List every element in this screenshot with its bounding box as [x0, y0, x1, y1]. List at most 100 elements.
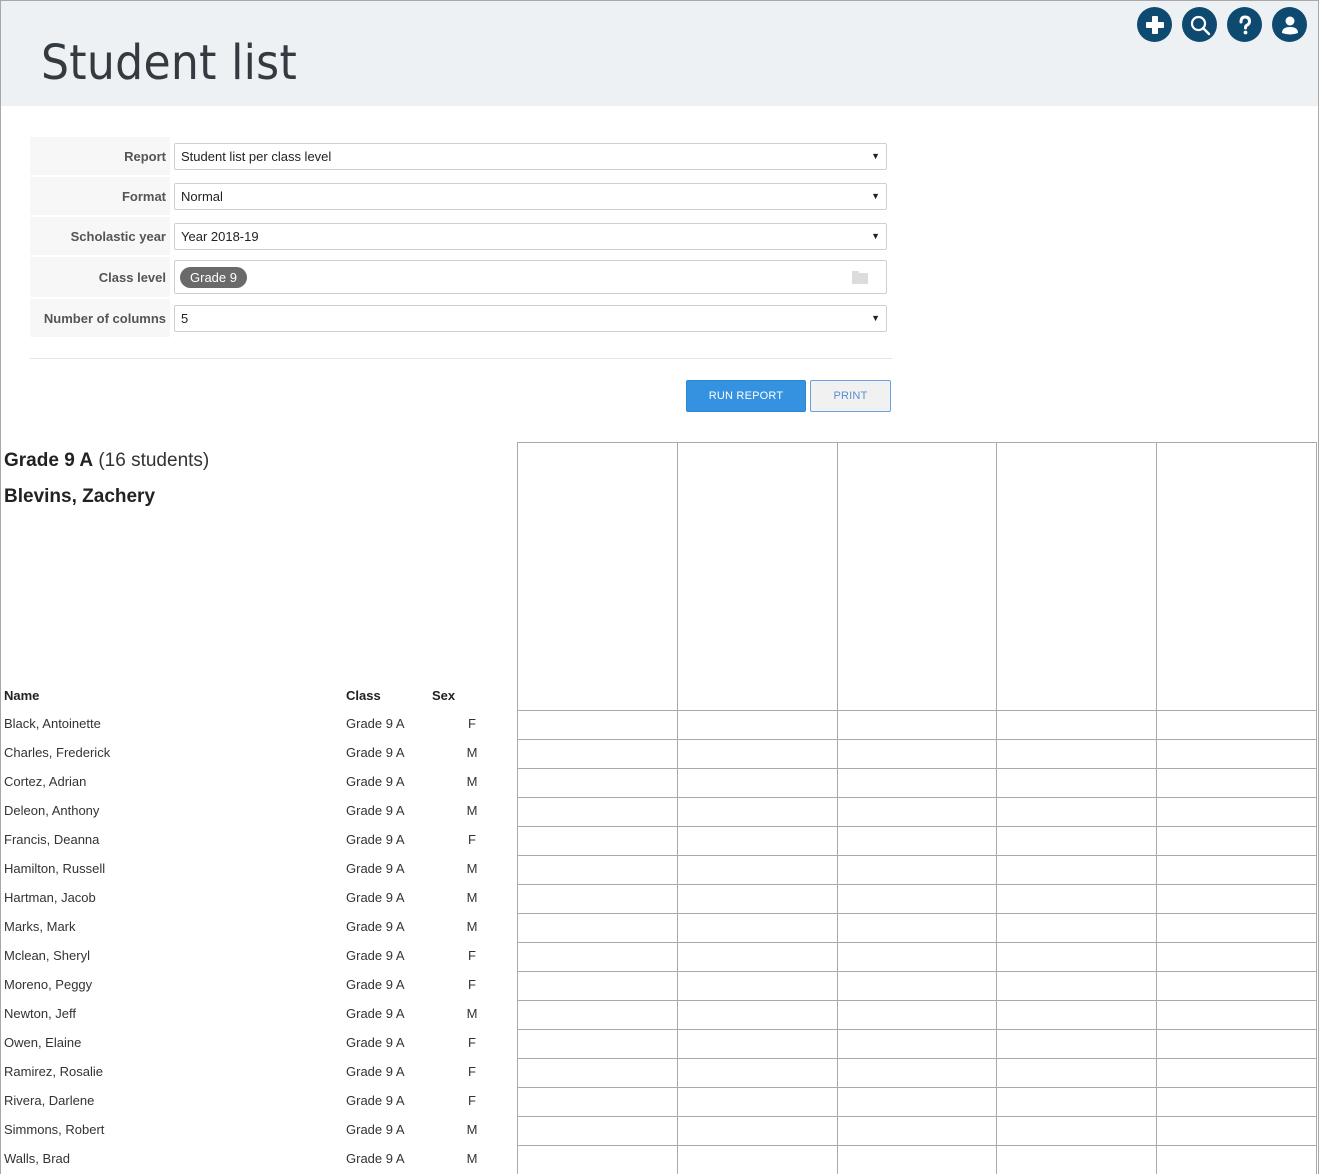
grid-row	[518, 1146, 1317, 1174]
student-class: Grade 9 A	[346, 1006, 405, 1021]
grid-cell	[518, 914, 678, 943]
student-row: Walls, Brad Grade 9 A M	[0, 1145, 517, 1174]
caret-down-icon: ▼	[871, 313, 880, 323]
search-button[interactable]	[1182, 7, 1217, 42]
grid-cell	[1157, 1059, 1317, 1088]
run-report-button[interactable]: RUN REPORT	[686, 380, 806, 412]
grid-cell	[678, 1146, 838, 1174]
columns-select[interactable]: 5 ▼	[174, 304, 887, 332]
student-sex: F	[468, 832, 476, 847]
grid-cell	[518, 1146, 678, 1174]
student-class: Grade 9 A	[346, 774, 405, 789]
grid-cell	[518, 827, 678, 856]
grid-cell	[677, 769, 838, 798]
grid-cell	[677, 711, 838, 740]
folder-icon[interactable]	[852, 270, 868, 284]
student-name: Marks, Mark	[4, 919, 76, 934]
student-class: Grade 9 A	[346, 832, 405, 847]
grid-header-cell	[837, 443, 998, 711]
student-name: Simmons, Robert	[4, 1122, 105, 1137]
grid-cell	[837, 972, 998, 1001]
grid-cell	[997, 856, 1158, 885]
student-class: Grade 9 A	[346, 977, 405, 992]
student-row: Charles, Frederick Grade 9 A M	[0, 739, 517, 768]
student-name: Black, Antoinette	[4, 716, 101, 731]
grid-cell	[1157, 769, 1317, 798]
grid-row	[518, 885, 1317, 914]
grid-row	[518, 1088, 1317, 1117]
grid-cell	[837, 943, 998, 972]
student-sex: M	[466, 1006, 478, 1021]
grid-cell	[518, 943, 678, 972]
grid-row	[518, 1030, 1317, 1059]
page-header: Student list	[1, 1, 1318, 106]
class-level-tag[interactable]: Grade 9	[180, 266, 247, 288]
grid-cell	[997, 914, 1158, 943]
column-header-name: Name	[4, 688, 40, 703]
student-row: Newton, Jeff Grade 9 A M	[0, 1000, 517, 1029]
grid-cell	[518, 1059, 678, 1088]
form-divider	[30, 358, 892, 359]
grid-cell	[677, 1088, 838, 1117]
help-button[interactable]	[1227, 7, 1262, 42]
student-sex: F	[468, 977, 476, 992]
year-select[interactable]: Year 2018-19 ▼	[174, 222, 887, 250]
student-row: Deleon, Anthony Grade 9 A M	[0, 797, 517, 826]
grid-cell	[837, 885, 998, 914]
grid-row	[518, 1001, 1317, 1030]
class-level-picker[interactable]: Grade 9	[174, 260, 887, 294]
grid-cell	[837, 769, 998, 798]
class-level-label: Class level	[30, 257, 170, 297]
grid-cell	[677, 943, 838, 972]
student-row: Owen, Elaine Grade 9 A F	[0, 1029, 517, 1058]
grid-row	[518, 711, 1317, 740]
format-select[interactable]: Normal ▼	[174, 182, 887, 210]
student-name: Deleon, Anthony	[4, 803, 100, 818]
grid-cell	[1157, 972, 1317, 1001]
report-label: Report	[30, 137, 170, 175]
student-row: Rivera, Darlene Grade 9 A F	[0, 1087, 517, 1116]
grid-row	[518, 740, 1317, 769]
grid-cell	[997, 1001, 1158, 1030]
year-value: Year 2018-19	[181, 228, 259, 244]
grid-cell	[518, 1030, 678, 1059]
grid-cell	[997, 711, 1158, 740]
user-button[interactable]	[1272, 7, 1307, 42]
grid-cell	[997, 1030, 1158, 1059]
grid-row	[518, 1117, 1317, 1146]
grid-cell	[1157, 1146, 1317, 1174]
grid-cell	[518, 798, 678, 827]
student-row: Hartman, Jacob Grade 9 A M	[0, 884, 517, 913]
add-button[interactable]	[1137, 7, 1172, 42]
student-name: Ramirez, Rosalie	[4, 1064, 103, 1079]
year-label: Scholastic year	[30, 217, 170, 255]
columns-value: 5	[181, 310, 189, 326]
group-title: Grade 9 A (16 students)	[4, 450, 209, 472]
grid-cell	[837, 1001, 998, 1030]
column-header-sex: Sex	[432, 688, 456, 703]
grid-cell	[1157, 856, 1317, 885]
grid-cell	[997, 740, 1158, 769]
grid-cell	[1157, 1001, 1317, 1030]
grid-cell	[518, 856, 678, 885]
student-row: Mclean, Sheryl Grade 9 A F	[0, 942, 517, 971]
report-select[interactable]: Student list per class level ▼	[174, 142, 887, 170]
grid-cell	[837, 798, 998, 827]
year-row: Scholastic year Year 2018-19 ▼	[30, 217, 890, 255]
grid-cell	[677, 1030, 838, 1059]
student-sex: F	[468, 716, 476, 731]
print-button[interactable]: PRINT	[810, 380, 891, 412]
grid-header-cell	[677, 443, 838, 711]
grid-cell	[518, 1001, 678, 1030]
student-name: Newton, Jeff	[4, 1006, 77, 1021]
grid-cell	[997, 1059, 1158, 1088]
grid-row	[518, 769, 1317, 798]
student-name: Moreno, Peggy	[4, 977, 93, 992]
grid-cell	[518, 1088, 678, 1117]
grid-header-row	[518, 443, 1317, 711]
format-row: Format Normal ▼	[30, 177, 890, 215]
student-name: Cortez, Adrian	[4, 774, 87, 789]
grid-cell	[837, 711, 998, 740]
grid-cell	[1157, 885, 1317, 914]
columns-label: Number of columns	[30, 299, 170, 337]
